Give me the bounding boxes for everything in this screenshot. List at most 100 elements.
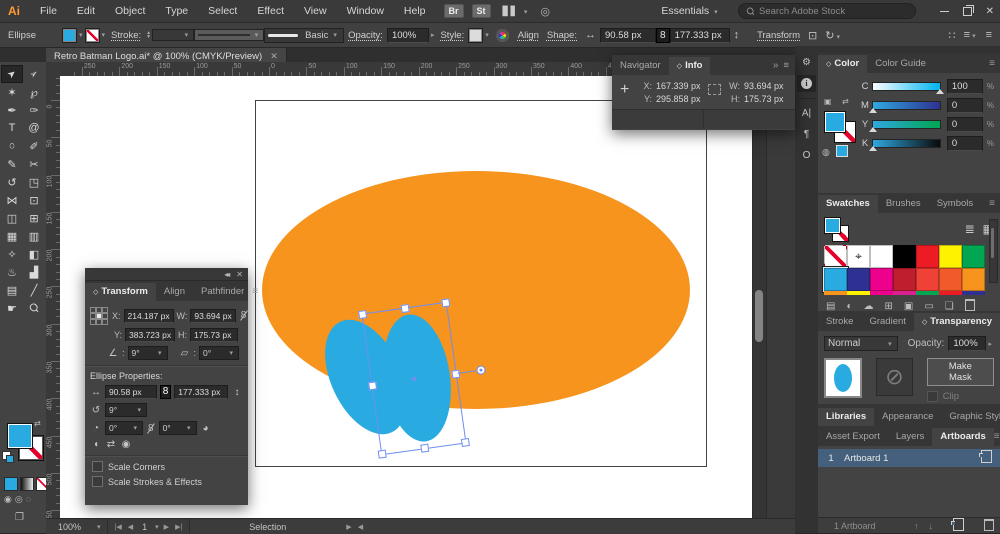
swatch[interactable] xyxy=(824,268,847,291)
brush-definition-select[interactable]: Basic▾ xyxy=(264,28,344,43)
swatch[interactable] xyxy=(847,291,870,295)
channel-value[interactable]: 100 xyxy=(947,79,983,94)
selection-handle-nw[interactable] xyxy=(358,310,367,319)
default-fill-stroke-icon[interactable] xyxy=(2,451,11,460)
move-down-icon[interactable]: ↓ xyxy=(929,521,934,531)
fill-proxy-swatch[interactable] xyxy=(824,217,841,234)
shape-height-input[interactable]: 177.333 px xyxy=(670,28,730,43)
tab-swatches[interactable]: Swatches xyxy=(818,195,878,213)
vertical-scrollbar-thumb[interactable] xyxy=(755,290,763,342)
opacity-input[interactable]: 100% xyxy=(948,336,986,351)
tab-artboards[interactable]: Artboards xyxy=(932,428,993,446)
tab-libraries[interactable]: Libraries xyxy=(818,408,874,426)
swatch[interactable] xyxy=(893,291,916,295)
make-mask-button[interactable]: Make Mask xyxy=(927,358,994,386)
gear-icon[interactable]: ⚙ xyxy=(797,54,816,71)
tab-info[interactable]: ◇Info xyxy=(669,57,711,75)
tool-artboard[interactable]: ▤ xyxy=(1,281,23,299)
tab-layers[interactable]: Layers xyxy=(888,428,933,446)
recolor-artwork-icon[interactable] xyxy=(496,29,509,42)
hscroll-left-icon[interactable]: ◀ xyxy=(358,523,363,531)
swatch[interactable] xyxy=(916,268,939,291)
artboard-select-icon[interactable]: ▾ xyxy=(155,523,159,531)
list-view-icon[interactable]: ≣ xyxy=(965,222,975,236)
bounding-box-icon[interactable]: ⊡ xyxy=(808,29,817,42)
collapse-panel-icon[interactable]: » xyxy=(773,60,779,71)
swatch[interactable] xyxy=(824,291,847,295)
selection-handle-ne[interactable] xyxy=(441,298,450,307)
swatch[interactable] xyxy=(916,245,939,268)
tool-column-graph[interactable]: ▟ xyxy=(23,263,45,281)
transform-y-input[interactable]: 383.723 px xyxy=(125,328,175,342)
close-panel-icon[interactable]: ✕ xyxy=(236,270,243,279)
br-button[interactable]: Br xyxy=(444,4,464,18)
selection-center-point[interactable] xyxy=(412,376,417,381)
tool-scale[interactable]: ◳ xyxy=(23,173,45,191)
status-menu-icon[interactable]: ▶ xyxy=(346,523,351,531)
swatches-scrollbar[interactable] xyxy=(989,219,998,283)
panel-menu-icon[interactable]: ≡ xyxy=(252,286,258,297)
swap-fill-stroke-icon[interactable]: ⇄ xyxy=(34,419,41,428)
draw-inside-icon[interactable]: ◌ xyxy=(26,494,31,505)
tool-direct-selection[interactable]: ➢ xyxy=(23,65,45,83)
tab-gradient[interactable]: Gradient xyxy=(861,313,913,331)
tool-hand[interactable]: ☛ xyxy=(1,299,23,317)
ruler-corner[interactable] xyxy=(46,62,61,77)
channel-slider[interactable] xyxy=(872,139,941,148)
tool-mesh[interactable]: ▦ xyxy=(1,227,23,245)
tool-magic-wand[interactable]: ✶ xyxy=(1,83,23,101)
shape-link[interactable]: Shape: xyxy=(547,30,577,41)
vertical-ruler[interactable]: 050100150200250300350400450500550 xyxy=(46,76,61,518)
tab-pathfinder[interactable]: Pathfinder xyxy=(193,283,252,301)
tab-color-guide[interactable]: Color Guide xyxy=(867,55,934,73)
collapse-icons[interactable]: ◂◂ xyxy=(224,270,228,279)
tool-paintbrush[interactable]: ✐ xyxy=(23,137,45,155)
menu-type[interactable]: Type xyxy=(155,5,198,17)
tool-selection[interactable]: ➤ xyxy=(1,65,23,83)
fill-stroke-mini[interactable] xyxy=(824,217,854,241)
object-thumbnail[interactable] xyxy=(824,358,862,398)
tool-free-transform[interactable]: ⊡ xyxy=(23,191,45,209)
transform-w-input[interactable]: 93.694 px xyxy=(190,309,235,323)
tool-type[interactable]: T xyxy=(1,119,23,137)
pie-start-select[interactable]: 0°▾ xyxy=(105,421,143,435)
transform-x-input[interactable]: 214.187 px xyxy=(124,309,174,323)
swatch[interactable] xyxy=(939,268,962,291)
style-link[interactable]: Style: xyxy=(440,30,464,41)
swatch[interactable] xyxy=(962,245,985,268)
st-button[interactable]: St xyxy=(472,4,491,18)
tab-transparency[interactable]: ◇Transparency xyxy=(914,313,1000,331)
tool-zoom[interactable]: Ϙ xyxy=(23,299,45,317)
gradient-mode-button[interactable] xyxy=(20,477,34,491)
zoom-level[interactable]: 100% xyxy=(58,522,81,532)
scale-corners-checkbox[interactable] xyxy=(92,461,103,472)
fill-proxy-swatch[interactable] xyxy=(7,423,33,449)
tool-curvature[interactable]: ✑ xyxy=(23,101,45,119)
ellipse-rotate-select[interactable]: 9°▾ xyxy=(105,403,147,417)
panel-menu-icon[interactable]: ≡ xyxy=(989,198,995,209)
menu-select[interactable]: Select xyxy=(198,5,247,17)
menu-object[interactable]: Object xyxy=(105,5,155,17)
last-artboard-icon[interactable]: ▶| xyxy=(175,523,182,531)
panel-menu-icon[interactable]: ≡ xyxy=(989,58,995,69)
arrange-documents-icon[interactable]: ▊▋ ▾ xyxy=(503,6,531,17)
draw-normal-icon[interactable]: ◉ xyxy=(4,494,12,505)
constrain-proportions-icon[interactable]: 8 xyxy=(239,310,249,321)
tab-align[interactable]: Align xyxy=(156,283,193,301)
orange-ellipse-shape[interactable] xyxy=(262,171,690,409)
flow-options-icon[interactable]: ≡▾ xyxy=(964,29,978,41)
menu-window[interactable]: Window xyxy=(337,5,394,17)
swatch[interactable] xyxy=(916,291,939,295)
vertical-scrollbar[interactable] xyxy=(752,76,767,518)
channel-value[interactable]: 0 xyxy=(947,98,983,113)
swatch[interactable] xyxy=(824,245,847,268)
tool-shape-builder[interactable]: ◫ xyxy=(1,209,23,227)
tool-symbol-sprayer[interactable]: ♨ xyxy=(1,263,23,281)
delete-artboard-icon[interactable] xyxy=(974,519,994,533)
selection-handle-n[interactable] xyxy=(401,304,410,313)
tool-gradient[interactable]: ▥ xyxy=(23,227,45,245)
tool-ellipse[interactable]: ○ xyxy=(1,137,23,155)
tab-asset-export[interactable]: Asset Export xyxy=(818,428,888,446)
stroke-weight-select[interactable]: ▾ xyxy=(152,29,194,41)
selection-handle-se[interactable] xyxy=(461,438,470,447)
